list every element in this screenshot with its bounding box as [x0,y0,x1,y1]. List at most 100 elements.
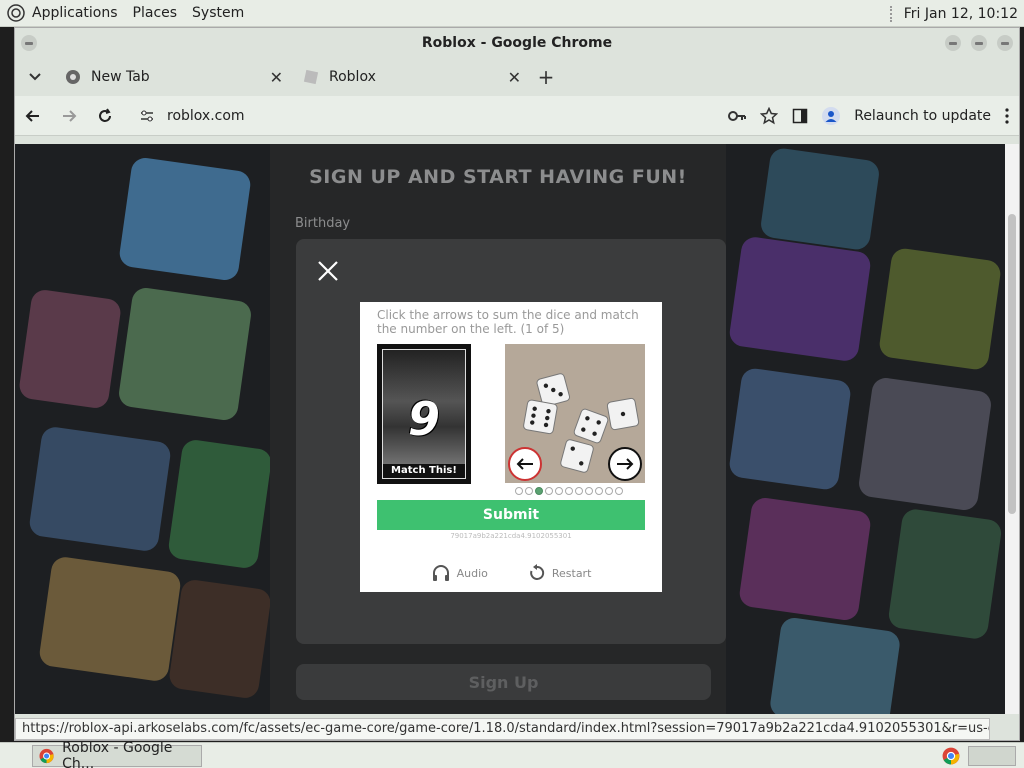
pager-dot[interactable] [565,487,573,495]
status-url-bubble: https://roblox-api.arkoselabs.com/fc/ass… [15,718,990,740]
close-window-button[interactable] [997,35,1013,51]
scrollbar-thumb[interactable] [1008,214,1016,514]
target-number: 9 [407,392,440,446]
menu-system[interactable]: System [192,5,244,21]
game-tile [167,438,273,570]
next-arrow-button[interactable] [608,447,642,481]
pager-dot[interactable] [525,487,533,495]
game-tile [17,288,123,410]
window-menu-button[interactable] [21,35,37,51]
close-icon[interactable] [316,259,340,283]
session-id: 79017a9b2a221cda4.9102055301 [450,532,572,540]
tab-close-icon[interactable]: ✕ [270,68,283,87]
taskbar: Roblox - Google Ch... [0,740,1024,768]
panel-separator [889,5,894,22]
tab-search-dropdown[interactable] [15,73,55,81]
image-pager-dots[interactable] [515,487,623,495]
pager-dot[interactable] [585,487,593,495]
match-card: 9 Match This! [377,344,471,484]
pager-dot[interactable] [595,487,603,495]
clock[interactable]: Fri Jan 12, 10:12 [889,0,1018,27]
menu-places[interactable]: Places [133,5,178,21]
game-tile [768,616,902,714]
menu-applications[interactable]: Applications [32,5,118,21]
arrow-right-icon [617,458,634,470]
url-text: roblox.com [167,108,245,124]
key-icon[interactable] [728,110,747,122]
game-tile [167,578,273,700]
bookmark-star-icon[interactable] [760,107,779,125]
game-tile [759,146,881,252]
tab-label: Roblox [329,69,376,85]
back-arrow-icon [25,109,39,122]
dice-image [505,344,645,483]
pager-dot[interactable] [605,487,613,495]
chrome-tray-icon[interactable] [942,747,960,765]
address-bar[interactable]: roblox.com [139,96,245,136]
pager-dot[interactable] [515,487,523,495]
new-tab-button[interactable]: + [531,65,561,89]
game-tile [887,507,1003,641]
clock-text: Fri Jan 12, 10:12 [903,5,1018,22]
arrow-left-icon [516,458,533,470]
forward-button[interactable] [51,108,87,124]
pager-dot[interactable] [575,487,583,495]
audio-button[interactable]: Audio [431,564,488,582]
headphones-icon [432,565,449,581]
workspace-switcher[interactable] [968,746,1016,766]
tab-new-tab[interactable]: New Tab ✕ [55,58,293,96]
game-tile [117,286,253,422]
maximize-button[interactable] [971,35,987,51]
site-info-icon[interactable] [139,108,155,124]
pager-dot[interactable] [615,487,623,495]
profile-avatar-icon[interactable] [822,107,841,125]
game-tile [27,425,173,553]
chrome-icon [66,70,80,84]
minimize-button[interactable] [945,35,961,51]
captcha-instruction: Click the arrows to sum the dice and mat… [377,308,639,336]
kebab-menu-icon[interactable] [1005,108,1009,124]
chevron-down-icon [29,73,41,81]
gnome-foot-icon[interactable] [6,3,26,23]
restart-icon [530,564,544,580]
tab-close-icon[interactable]: ✕ [508,68,521,87]
game-tile [857,376,993,512]
back-button[interactable] [15,108,51,124]
side-panel-icon[interactable] [792,108,808,124]
restart-button[interactable]: Restart [528,564,592,582]
pager-dot[interactable] [545,487,553,495]
match-label: Match This! [383,464,465,478]
game-tile [117,156,253,282]
window-titlebar[interactable]: Roblox - Google Chrome [15,28,1019,58]
restart-label: Restart [551,566,592,580]
reload-icon [99,107,111,122]
game-tile [37,555,183,683]
relaunch-button[interactable]: Relaunch to update [854,108,991,124]
game-tile [877,246,1003,372]
browser-toolbar: roblox.com Relaunch to update [15,96,1019,136]
taskbar-item-chrome[interactable]: Roblox - Google Ch... [32,740,202,768]
submit-button[interactable]: Submit [377,500,645,530]
pager-dot[interactable] [535,487,543,495]
tab-label: New Tab [91,69,150,85]
reload-button[interactable] [87,107,123,124]
roblox-icon [303,69,319,85]
tab-roblox[interactable]: Roblox ✕ [293,58,531,96]
chrome-window: Roblox - Google Chrome New Tab ✕ Roblox … [14,27,1020,741]
page-scrollbar[interactable] [1005,144,1019,714]
game-tile [727,366,853,492]
captcha-frame: Click the arrows to sum the dice and mat… [360,302,662,592]
chrome-icon [39,748,54,763]
tab-strip: New Tab ✕ Roblox ✕ + [15,58,1019,96]
game-tile [737,496,873,622]
pager-dot[interactable] [555,487,563,495]
page-content: SIGN UP AND START HAVING FUN! Birthday C… [15,144,1019,714]
audio-label: Audio [456,566,488,580]
top-panel: Applications Places System Fri Jan 12, 1… [0,0,1024,27]
signup-button[interactable]: Sign Up [296,664,711,700]
previous-arrow-button[interactable] [508,447,542,481]
taskbar-item-label: Roblox - Google Ch... [62,739,173,768]
window-title: Roblox - Google Chrome [421,35,613,51]
birthday-label: Birthday [295,216,351,231]
forward-arrow-icon [63,109,77,122]
